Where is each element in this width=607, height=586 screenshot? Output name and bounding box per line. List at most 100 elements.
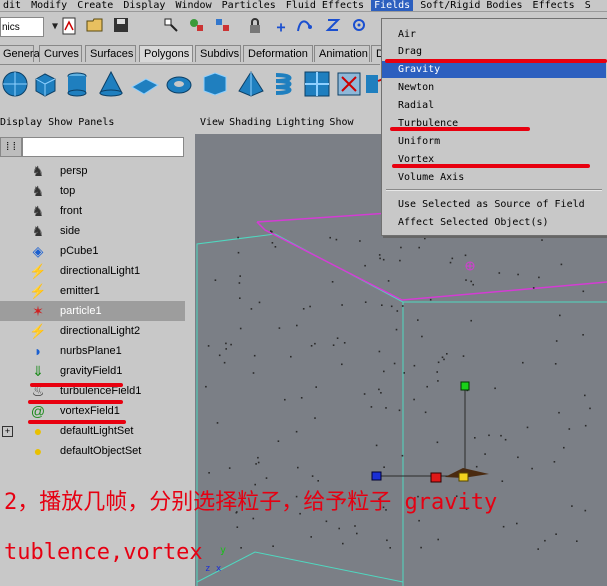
outliner-menu-panels[interactable]: Panels bbox=[78, 117, 114, 128]
outliner-item[interactable]: ⚡ directionalLight2 bbox=[0, 321, 185, 341]
poly-soccer-icon[interactable] bbox=[302, 69, 332, 99]
outliner-item[interactable]: ⇓ gravityField1 bbox=[0, 361, 185, 381]
outliner-menu-show[interactable]: Show bbox=[48, 117, 72, 128]
snap-view-plane-icon[interactable] bbox=[348, 17, 370, 37]
snap-grid-icon[interactable]: + bbox=[270, 17, 292, 37]
poly-cube-icon[interactable] bbox=[30, 69, 60, 99]
menu-item-radial[interactable]: Radial bbox=[382, 97, 606, 114]
menu-item-uniform[interactable]: Uniform bbox=[382, 133, 606, 150]
outliner-item[interactable]: ♞ top bbox=[0, 181, 185, 201]
menu-item-affect-selected-objects[interactable]: Affect Selected Object(s) bbox=[382, 214, 606, 231]
particle-point bbox=[484, 453, 486, 455]
particle-point bbox=[418, 519, 420, 522]
poly-cylinder-icon[interactable] bbox=[62, 69, 92, 99]
save-scene-icon[interactable] bbox=[110, 17, 132, 37]
poly-helix-icon[interactable] bbox=[270, 69, 300, 99]
outliner-item[interactable]: ♞ side bbox=[0, 221, 185, 241]
particle-point bbox=[382, 258, 385, 261]
particle-point bbox=[354, 525, 356, 527]
annotation-line-1: 2，播放几帧，分别选择粒子，给予粒子 gravity bbox=[4, 490, 498, 515]
outliner-item[interactable]: ◗ nurbsPlane1 bbox=[0, 341, 185, 361]
outliner-item[interactable]: ⚡ emitter1 bbox=[0, 281, 185, 301]
camera-icon: ♞ bbox=[31, 203, 45, 219]
select-hierarchy-icon[interactable] bbox=[160, 17, 182, 37]
viewport-menu-view[interactable]: View bbox=[200, 117, 224, 128]
particle-point bbox=[250, 308, 253, 310]
viewport-menu-show[interactable]: Show bbox=[329, 117, 353, 128]
outliner-menu-display[interactable]: Display bbox=[0, 117, 42, 128]
particle-point bbox=[576, 540, 578, 542]
particle-point bbox=[363, 393, 366, 395]
particle-point bbox=[429, 298, 432, 301]
lock-selection-icon[interactable] bbox=[244, 17, 266, 37]
menu-item-gravity[interactable]: Gravity bbox=[382, 61, 606, 78]
poly-sphere-icon[interactable] bbox=[0, 69, 30, 99]
menu-item-newton[interactable]: Newton bbox=[382, 79, 606, 96]
particle-point bbox=[364, 264, 366, 267]
open-scene-icon[interactable] bbox=[84, 17, 106, 37]
new-scene-icon[interactable] bbox=[58, 17, 80, 37]
particle-point bbox=[385, 407, 387, 409]
particle-point bbox=[274, 246, 277, 248]
menu-set-selector[interactable]: nics bbox=[0, 17, 44, 37]
tab-curves[interactable]: Curves bbox=[39, 45, 82, 62]
particle-point bbox=[253, 354, 256, 357]
snap-point-icon[interactable] bbox=[322, 17, 344, 37]
tab-animation[interactable]: Animation bbox=[314, 45, 370, 62]
select-component-icon[interactable] bbox=[212, 17, 234, 37]
menu-item-air[interactable]: Air bbox=[382, 26, 606, 43]
outliner-filter-input[interactable] bbox=[22, 137, 184, 157]
outliner-item[interactable]: ✶ particle1 bbox=[0, 301, 185, 321]
outliner-item[interactable]: ♞ front bbox=[0, 201, 185, 221]
menu-more[interactable]: S bbox=[582, 0, 594, 11]
mesh-icon: ◈ bbox=[32, 243, 44, 259]
particle-point bbox=[252, 517, 255, 520]
outliner-item[interactable]: ◈ pCube1 bbox=[0, 241, 185, 261]
menu-item-use-selected-as-source[interactable]: Use Selected as Source of Field bbox=[382, 196, 606, 213]
menu-create[interactable]: Create bbox=[74, 0, 116, 11]
viewport-menu-lighting[interactable]: Lighting bbox=[276, 117, 324, 128]
menu-particles[interactable]: Particles bbox=[219, 0, 279, 11]
menu-window[interactable]: Window bbox=[172, 0, 214, 11]
particle-point bbox=[504, 438, 507, 441]
outliner-item[interactable]: + ● defaultLightSet bbox=[0, 421, 185, 441]
particle-point bbox=[336, 337, 339, 339]
menu-display[interactable]: Display bbox=[120, 0, 168, 11]
particle-point bbox=[380, 392, 382, 394]
set-icon: ● bbox=[33, 423, 43, 439]
particle-point bbox=[225, 348, 227, 350]
poly-cone-icon[interactable] bbox=[96, 69, 126, 99]
poly-torus-icon[interactable] bbox=[164, 69, 194, 99]
combine-icon[interactable] bbox=[334, 69, 364, 99]
expand-icon[interactable]: + bbox=[2, 426, 13, 437]
outliner-item[interactable]: ♞ persp bbox=[0, 161, 185, 181]
particle-point bbox=[417, 319, 419, 321]
menu-item-volume-axis[interactable]: Volume Axis bbox=[382, 169, 606, 186]
particle-point bbox=[413, 364, 416, 367]
particle-point bbox=[441, 356, 444, 359]
menu-fields[interactable]: Fields bbox=[371, 0, 414, 11]
menu-edit[interactable]: dit bbox=[0, 0, 24, 11]
tab-surfaces[interactable]: Surfaces bbox=[85, 45, 136, 62]
select-object-icon[interactable] bbox=[186, 17, 208, 37]
poly-prism-icon[interactable] bbox=[200, 69, 230, 99]
outliner-item[interactable]: ⚡ directionalLight1 bbox=[0, 261, 185, 281]
snap-curve-icon[interactable] bbox=[294, 17, 316, 37]
tab-subdivs[interactable]: Subdivs bbox=[195, 45, 241, 62]
particle-point bbox=[302, 308, 305, 310]
tab-general[interactable]: General bbox=[0, 45, 42, 62]
menu-modify[interactable]: Modify bbox=[28, 0, 70, 11]
outliner-item[interactable]: ● defaultObjectSet bbox=[0, 441, 185, 461]
menu-fluid-effects[interactable]: Fluid Effects bbox=[283, 0, 367, 11]
menu-item-drag[interactable]: Drag bbox=[382, 43, 606, 60]
outliner-item[interactable]: @ vortexField1 bbox=[0, 401, 185, 421]
menu-soft-rigid-bodies[interactable]: Soft/Rigid Bodies bbox=[417, 0, 525, 11]
viewport-menu-shading[interactable]: Shading bbox=[229, 117, 271, 128]
filter-toggle-icon[interactable]: ⁞⁞ bbox=[0, 137, 22, 157]
poly-pyramid-icon[interactable] bbox=[236, 69, 266, 99]
poly-plane-icon[interactable] bbox=[130, 69, 160, 99]
menu-effects[interactable]: Effects bbox=[530, 0, 578, 11]
tab-deformation[interactable]: Deformation bbox=[243, 45, 313, 62]
particle-point bbox=[216, 422, 219, 424]
tab-polygons[interactable]: Polygons bbox=[139, 45, 193, 62]
